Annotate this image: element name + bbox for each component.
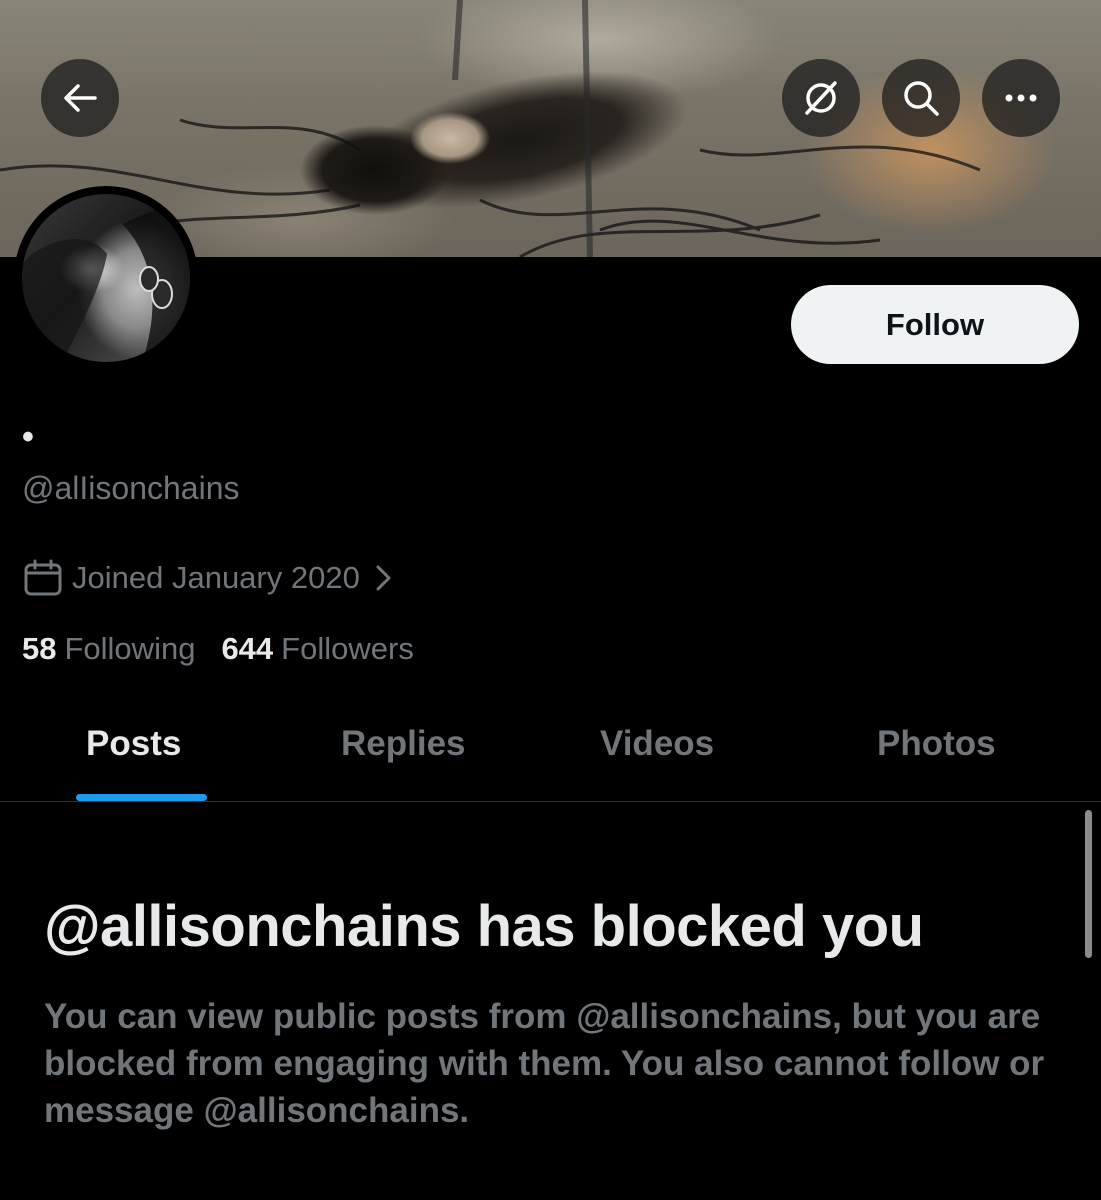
followers-label: Followers (281, 631, 414, 666)
tab-videos[interactable]: Videos (600, 724, 714, 764)
profile-stats: 58 Following 644 Followers (22, 631, 440, 667)
more-button[interactable] (982, 59, 1060, 137)
tab-replies[interactable]: Replies (341, 724, 466, 764)
avatar[interactable] (14, 186, 198, 370)
search-icon (904, 81, 939, 116)
arrow-left-icon (64, 84, 97, 112)
blocked-body: You can view public posts from @allisonc… (44, 997, 1045, 1130)
profile-tabs: Posts Replies Videos Photos (0, 700, 1101, 802)
chevron-right-icon (376, 565, 391, 591)
following-count: 58 (22, 631, 57, 666)
following-label: Following (64, 631, 196, 666)
active-tab-indicator (76, 794, 207, 801)
followers-stat[interactable]: 644 Followers (221, 631, 413, 667)
tab-posts[interactable]: Posts (86, 724, 181, 764)
scrollbar[interactable] (1085, 810, 1092, 958)
joined-text: Joined January 2020 (72, 560, 360, 595)
blocked-title: @allisonchains has blocked you (44, 894, 924, 959)
following-stat[interactable]: 58 Following (22, 631, 195, 667)
grok-icon (805, 81, 837, 115)
follow-button[interactable]: Follow (791, 285, 1079, 364)
tab-photos[interactable]: Photos (877, 724, 996, 764)
followers-count: 644 (221, 631, 274, 666)
grok-button[interactable] (782, 59, 860, 137)
profile-page: Follow • @alIisonchains Joined January 2… (0, 0, 1101, 1200)
back-button[interactable] (41, 59, 119, 137)
avatar-image (22, 194, 190, 362)
display-name: • (22, 418, 34, 456)
avatar-art (22, 194, 190, 362)
joined-date[interactable]: Joined January 2020 (22, 558, 394, 598)
more-horizontal-icon (1005, 94, 1037, 102)
calendar-icon (24, 559, 62, 596)
search-button[interactable] (882, 59, 960, 137)
profile-handle: @alIisonchains (22, 470, 240, 506)
